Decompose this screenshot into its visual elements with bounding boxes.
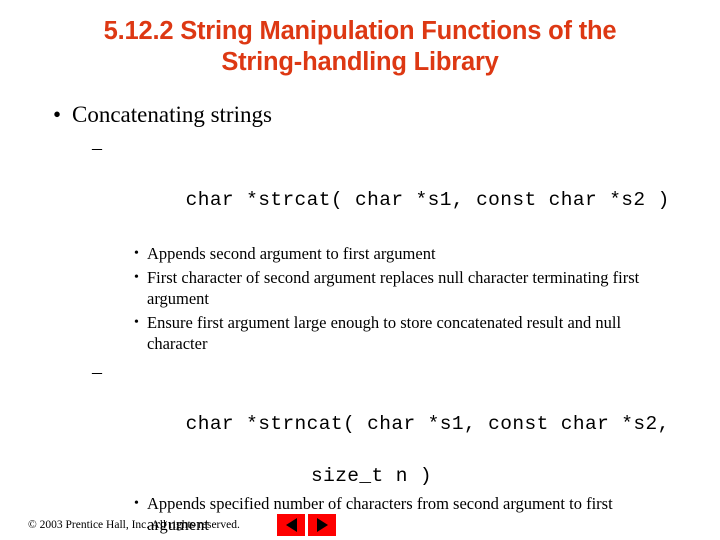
slide-navigation: [277, 514, 336, 536]
level2-dash-icon: –: [92, 361, 102, 383]
level2-dash-icon: –: [92, 137, 102, 159]
level3-bullet-icon: •: [134, 246, 139, 261]
detail-text: Appends second argument to first argumen…: [147, 244, 436, 263]
level3-bullet-icon: •: [134, 496, 139, 511]
detail-point: • Appends second argument to first argum…: [0, 243, 720, 264]
detail-text: First character of second argument repla…: [147, 268, 640, 308]
level1-label: Concatenating strings: [72, 102, 272, 127]
detail-text: Ensure first argument large enough to st…: [147, 313, 622, 353]
function-signature-strncat-continuation: size_t n ): [310, 465, 433, 487]
outline-level1-item: • Concatenating strings: [0, 100, 720, 130]
function-signature-strncat: – char *strncat( char *s1, const char *s…: [0, 359, 720, 463]
slide-title-line-1: 5.12.2 String Manipulation Functions of …: [103, 17, 617, 45]
signature-text: char *strcat( char *s1, const char *s2 ): [185, 189, 670, 211]
nav-next-button[interactable]: [308, 514, 336, 536]
slide-canvas: 5.12.2 String Manipulation Functions of …: [0, 0, 720, 540]
level3-bullet-icon: •: [134, 270, 139, 285]
nav-previous-button[interactable]: [277, 514, 305, 536]
detail-point: • First character of second argument rep…: [0, 267, 720, 309]
slide-title-line-2: String-handling Library: [221, 48, 499, 76]
slide-title: 5.12.2 String Manipulation Functions of …: [36, 16, 684, 78]
copyright-notice: © 2003 Prentice Hall, Inc. All rights re…: [28, 519, 240, 531]
level3-bullet-icon: •: [134, 315, 139, 330]
detail-point: • Ensure first argument large enough to …: [0, 312, 720, 354]
triangle-left-icon: [285, 518, 297, 532]
slide-body: • Concatenating strings – char *strcat( …: [0, 100, 720, 540]
level1-bullet-icon: •: [53, 102, 62, 127]
signature-text: char *strncat( char *s1, const char *s2,: [185, 413, 670, 435]
triangle-right-icon: [316, 518, 328, 532]
function-signature-strcat: – char *strcat( char *s1, const char *s2…: [0, 135, 720, 239]
